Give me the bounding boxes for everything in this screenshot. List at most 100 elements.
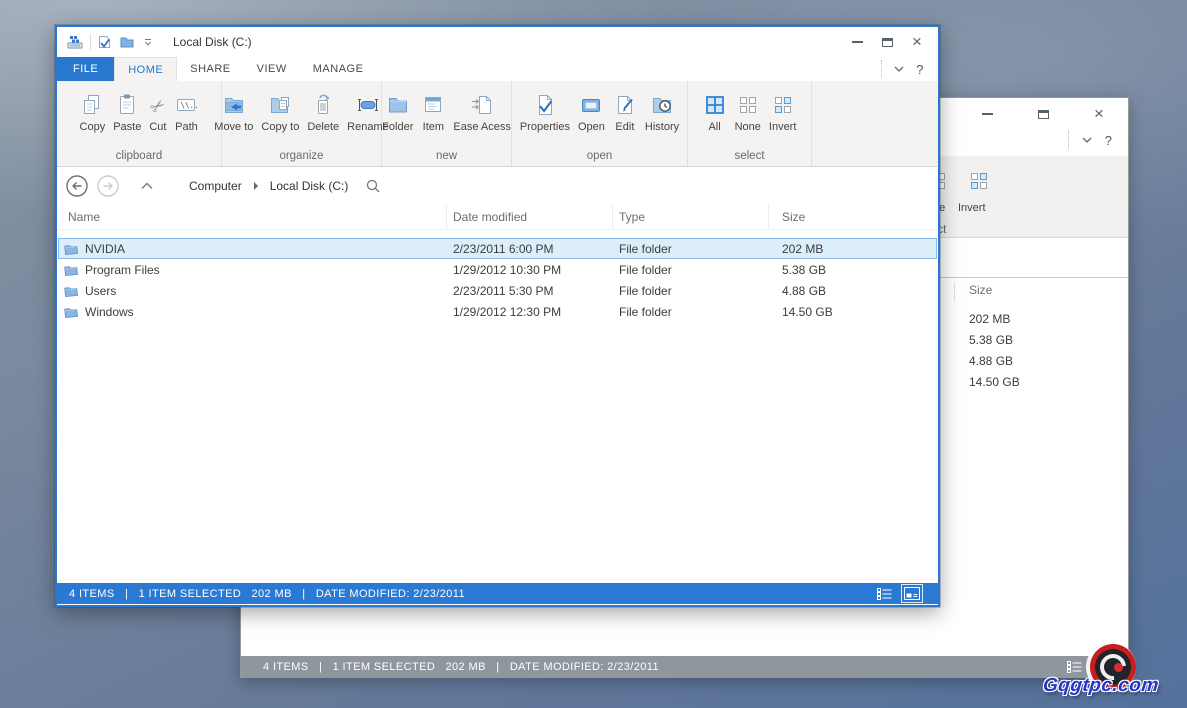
invert-selection-button[interactable] — [967, 169, 991, 193]
folder-icon — [63, 305, 78, 318]
file-type: File folder — [613, 263, 769, 277]
tab-share[interactable]: SHARE — [177, 57, 243, 81]
column-header-type[interactable]: Type — [612, 204, 768, 229]
ease-access-button[interactable]: Ease Acess — [449, 88, 514, 135]
maximize-button[interactable] — [1028, 105, 1058, 123]
minimize-button[interactable] — [842, 33, 872, 51]
ribbon-group-new: Folder Item Ease Acess new — [382, 81, 512, 166]
table-row[interactable]: Program Files 1/29/2012 10:30 PM File fo… — [58, 259, 937, 280]
explorer-window: Local Disk (C:) × FILE HOME SHARE VIEW M… — [55, 25, 940, 607]
breadcrumb-item-local-disk[interactable]: Local Disk (C:) — [268, 177, 351, 195]
size-column-header[interactable]: Size — [969, 283, 992, 297]
chevron-down-icon — [894, 66, 904, 73]
cut-button[interactable]: ✂ Cut — [145, 88, 170, 135]
title-bar: Local Disk (C:) × — [57, 27, 938, 57]
watermark: Gqgtpc.com — [1042, 675, 1160, 697]
edit-button[interactable]: Edit — [609, 88, 641, 135]
tiles-view-button[interactable] — [902, 585, 922, 602]
qat-dropdown-icon — [143, 37, 153, 47]
details-view-icon — [877, 588, 892, 600]
copy-button[interactable]: Copy — [76, 88, 110, 135]
help-button[interactable]: ? — [1105, 133, 1112, 148]
ribbon-collapse-button[interactable] — [894, 66, 904, 73]
new-folder-button[interactable]: Folder — [378, 88, 417, 135]
path-button[interactable]: \\.. Path — [170, 88, 202, 135]
tiles-view-icon — [904, 587, 920, 600]
file-size: 202 MB — [769, 242, 937, 256]
table-row[interactable]: NVIDIA 2/23/2011 6:00 PM File folder 202… — [58, 238, 937, 259]
help-button[interactable]: ? — [916, 62, 924, 77]
properties-check-icon — [98, 35, 111, 49]
cut-icon: ✂ — [151, 90, 165, 117]
invert-selection-button[interactable]: Invert — [765, 88, 801, 135]
chevron-down-icon — [1082, 137, 1092, 144]
select-none-button[interactable]: None — [731, 88, 765, 135]
ribbon-collapse-button[interactable] — [1082, 137, 1092, 144]
column-header-name[interactable]: Name — [57, 204, 446, 229]
select-none-icon — [736, 90, 760, 117]
divider — [90, 34, 91, 50]
column-header-size[interactable]: Size — [768, 204, 938, 229]
close-button[interactable]: × — [1084, 105, 1114, 123]
paste-button[interactable]: Paste — [109, 88, 145, 135]
file-date: 1/29/2012 10:30 PM — [447, 263, 613, 277]
table-row[interactable]: Windows 1/29/2012 12:30 PM File folder 1… — [58, 301, 937, 322]
details-view-button[interactable] — [1067, 661, 1082, 673]
select-all-button[interactable]: All — [699, 88, 731, 135]
history-button[interactable]: History — [641, 88, 683, 135]
details-view-button[interactable] — [877, 588, 892, 600]
tab-home[interactable]: HOME — [114, 57, 177, 81]
move-to-button[interactable]: Move to — [210, 88, 257, 135]
search-icon — [365, 178, 381, 194]
svg-text:\\..: \\.. — [181, 101, 199, 110]
tab-manage[interactable]: MANAGE — [300, 57, 377, 81]
breadcrumb-item-computer[interactable]: Computer — [187, 177, 244, 195]
chevron-up-icon — [141, 182, 153, 190]
minimize-button[interactable] — [972, 105, 1002, 123]
file-name: Users — [85, 284, 116, 298]
maximize-icon — [882, 38, 893, 47]
address-bar: Computer Local Disk (C:) — [57, 167, 938, 204]
column-header-date-modified[interactable]: Date modified — [446, 204, 612, 229]
file-size: 14.50 GB — [769, 305, 937, 319]
file-date: 1/29/2012 12:30 PM — [447, 305, 613, 319]
up-button[interactable] — [136, 175, 158, 197]
column-header-row: Name Date modified Type Size — [57, 204, 938, 230]
back-button[interactable] — [66, 175, 88, 197]
qat-customize-button[interactable] — [143, 37, 153, 47]
delete-icon — [311, 90, 335, 117]
close-button[interactable]: × — [902, 33, 932, 51]
file-size: 5.38 GB — [769, 263, 937, 277]
close-icon: × — [1094, 107, 1104, 121]
status-bar: 4 ITEMS | 1 ITEM SELECTED 202 MB | DATE … — [57, 583, 938, 604]
copy-to-button[interactable]: Copy to — [257, 88, 303, 135]
background-status-bar: 4 ITEMS | 1 ITEM SELECTED 202 MB | DATE … — [241, 656, 1128, 678]
new-folder-button[interactable] — [120, 36, 134, 48]
open-button[interactable]: Open — [574, 88, 609, 135]
breadcrumb-separator-icon — [253, 182, 259, 190]
maximize-button[interactable] — [872, 33, 902, 51]
divider — [881, 60, 882, 78]
ribbon-tab-row: FILE HOME SHARE VIEW MANAGE ? — [57, 57, 938, 81]
tab-file[interactable]: FILE — [57, 57, 114, 81]
folder-icon — [63, 284, 78, 297]
file-date: 2/23/2011 6:00 PM — [447, 242, 613, 256]
properties-button[interactable]: Properties — [516, 88, 574, 135]
file-date: 2/23/2011 5:30 PM — [447, 284, 613, 298]
table-row[interactable]: Users 2/23/2011 5:30 PM File folder 4.88… — [58, 280, 937, 301]
maximize-icon — [1038, 110, 1049, 119]
ribbon-group-select: All None Invert select — [688, 81, 812, 166]
invert-selection-label: Invert — [958, 202, 986, 214]
ribbon-group-clipboard: Copy Paste ✂ Cut \\.. Path clipboard — [57, 81, 222, 166]
tab-view[interactable]: VIEW — [244, 57, 300, 81]
quick-access-toolbar — [98, 35, 153, 49]
ease-access-icon — [470, 90, 494, 117]
forward-button[interactable] — [97, 175, 119, 197]
new-item-button[interactable]: Item — [417, 88, 449, 135]
search-button[interactable] — [365, 178, 381, 194]
properties-check-button[interactable] — [98, 35, 111, 49]
new-item-icon — [421, 90, 445, 117]
status-text: 4 ITEMS | 1 ITEM SELECTED 202 MB | DATE … — [57, 588, 465, 600]
rename-icon — [356, 90, 380, 117]
delete-button[interactable]: Delete — [303, 88, 343, 135]
